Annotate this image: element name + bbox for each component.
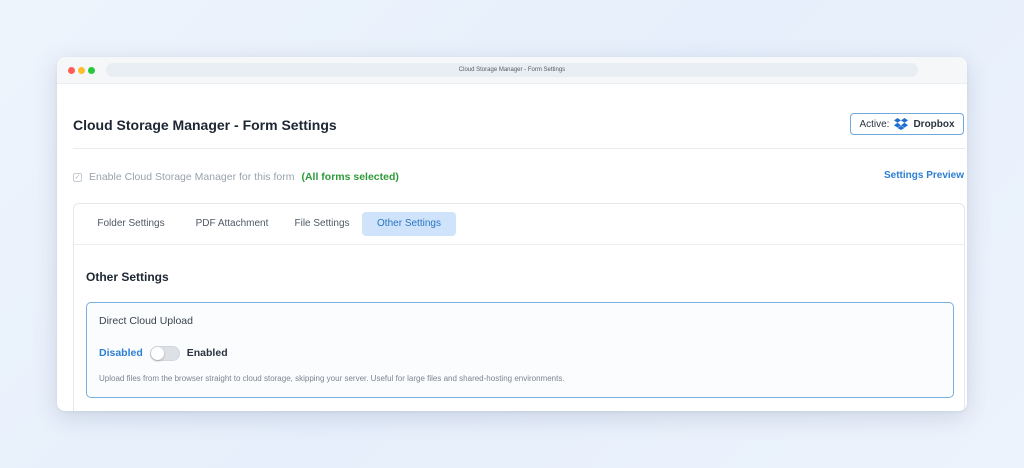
page-title: Cloud Storage Manager - Form Settings <box>73 117 337 133</box>
enable-label: Enable Cloud Storage Manager for this fo… <box>89 171 295 183</box>
card-title: Direct Cloud Upload <box>99 315 193 327</box>
toggle-row: Disabled Enabled <box>99 345 228 361</box>
all-forms-note: (All forms selected) <box>301 171 399 183</box>
title-bar: Cloud Storage Manager - Form Settings <box>57 57 967 84</box>
minimize-window-button[interactable] <box>78 67 85 74</box>
header-divider <box>73 148 965 149</box>
tab-other-settings[interactable]: Other Settings <box>362 212 456 236</box>
tab-folder-settings[interactable]: Folder Settings <box>86 212 176 236</box>
enabled-label[interactable]: Enabled <box>187 347 228 359</box>
direct-cloud-upload-card: Direct Cloud Upload Disabled Enabled Upl… <box>86 302 954 398</box>
dropbox-icon <box>894 118 909 130</box>
tab-bar: Folder Settings PDF Attachment File Sett… <box>74 204 964 245</box>
direct-upload-toggle[interactable] <box>149 345 180 361</box>
disabled-label[interactable]: Disabled <box>99 347 143 359</box>
settings-panel: Folder Settings PDF Attachment File Sett… <box>73 203 965 411</box>
card-description: Upload files from the browser straight t… <box>99 374 565 383</box>
enable-row: ✓ Enable Cloud Storage Manager for this … <box>73 170 399 184</box>
close-window-button[interactable] <box>68 67 75 74</box>
toggle-knob <box>150 346 164 360</box>
active-service-badge[interactable]: Active: Dropbox <box>850 113 964 135</box>
settings-preview-link[interactable]: Settings Preview <box>884 170 964 181</box>
section-title: Other Settings <box>86 270 169 284</box>
active-label: Active: <box>859 118 890 130</box>
address-bar[interactable]: Cloud Storage Manager - Form Settings <box>106 63 918 77</box>
active-service-name: Dropbox <box>913 118 955 130</box>
browser-window: Cloud Storage Manager - Form Settings Cl… <box>57 57 967 411</box>
tab-pdf-attachment[interactable]: PDF Attachment <box>186 212 278 236</box>
enable-checkbox[interactable]: ✓ <box>73 172 82 182</box>
maximize-window-button[interactable] <box>88 67 95 74</box>
tab-file-settings[interactable]: File Settings <box>286 212 358 236</box>
